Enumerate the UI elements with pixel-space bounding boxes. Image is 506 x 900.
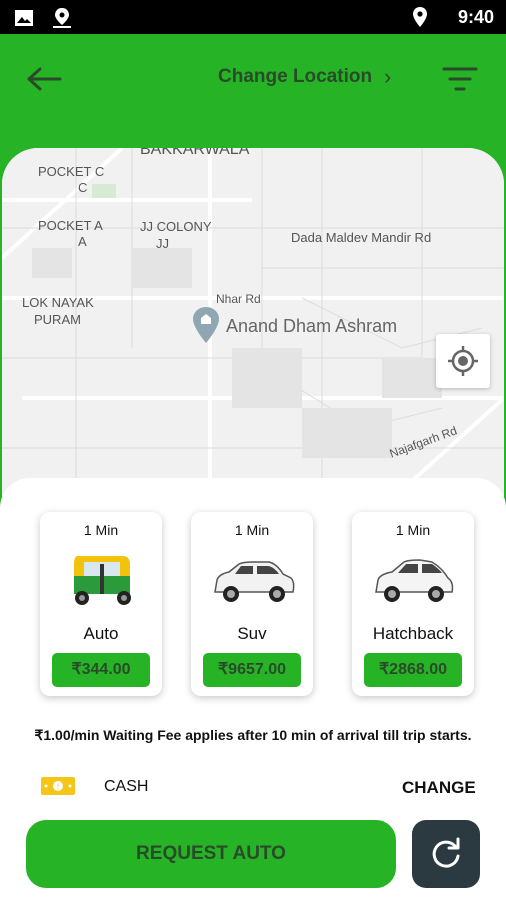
map-label: LOK NAYAK [22,295,94,310]
status-bar: 9:40 [0,0,506,34]
my-location-button[interactable] [436,334,490,388]
change-location-title[interactable]: Change Location [218,66,372,88]
vehicle-price: ₹9657.00 [203,653,301,687]
chevron-right-icon[interactable]: › [384,64,391,90]
refresh-icon [432,837,460,868]
map-label: C [78,180,88,195]
map-label: PURAM [34,312,81,327]
waiting-fee-note: ₹1.00/min Waiting Fee applies after 10 m… [34,727,472,743]
vehicle-card-suv[interactable]: 1 Min Suv ₹9657.00 [191,512,313,696]
auto-rickshaw-icon [74,556,131,605]
clock: 9:40 [457,6,494,27]
app-bar: Change Location › [0,34,506,134]
svg-text:!: ! [57,783,59,792]
vehicle-card-hatchback[interactable]: 1 Min Hatchback ₹2868.00 [352,512,474,696]
map-label: JJ [156,236,169,251]
eta-label: 1 Min [83,522,119,538]
map-label: Dada Maldev Mandir Rd [291,230,432,245]
filter-icon[interactable] [442,64,478,94]
hatchback-car-icon [375,559,454,602]
vehicle-name: Hatchback [372,624,454,643]
eta-label: 1 Min [395,522,431,538]
vehicle-card-auto[interactable]: 1 Min Auto ₹344.00 [40,512,162,696]
suv-car-icon [214,561,295,602]
location-status-icon [412,7,427,27]
map-label: A [78,234,87,249]
map-notification-icon [53,8,71,28]
request-auto-button[interactable]: REQUEST AUTO [26,820,396,888]
map-label: POCKET A [38,218,103,233]
map-label: JJ COLONY [140,219,212,234]
crosshair-icon [448,346,478,376]
payment-method-label: CASH [104,778,149,795]
map-label: Nhar Rd [216,292,261,306]
map-place-label: Anand Dham Ashram [226,316,398,336]
map-label: BAKKARWALA [140,148,250,158]
image-notification-icon [15,10,33,26]
map-view[interactable]: BAKKARWALA POCKET C C POCKET A A JJ COLO… [2,148,504,508]
map-label: POCKET C [38,164,105,179]
back-arrow-icon[interactable] [24,64,64,94]
ride-options-sheet: 1 Min Auto ₹344.00 1 Min Suv ₹9657.00 1 … [0,478,506,900]
vehicle-price: ₹344.00 [52,653,150,687]
eta-label: 1 Min [234,522,270,538]
cash-icon: ! [41,777,75,795]
change-payment-button[interactable]: CHANGE [402,778,476,798]
vehicle-name: Auto [83,624,119,643]
vehicle-name: Suv [237,624,267,643]
refresh-button[interactable] [412,820,480,888]
vehicle-price: ₹2868.00 [364,653,462,687]
place-pin-icon [193,307,219,343]
